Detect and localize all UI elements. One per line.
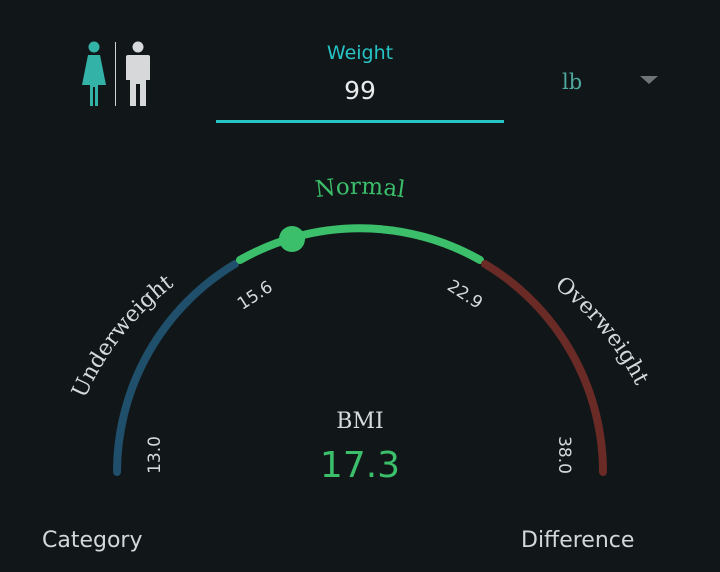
tick-label: 13.0: [145, 436, 165, 474]
tick-label: 22.9: [443, 276, 486, 313]
tick-label: 15.6: [234, 277, 277, 314]
bmi-value: 17.3: [319, 445, 401, 486]
tick-label: 38.0: [554, 436, 574, 474]
normal-arc: [236, 224, 484, 264]
tab-difference[interactable]: Difference: [521, 528, 634, 553]
bmi-label: BMI: [336, 409, 384, 434]
overweight-label: Overweight: [550, 272, 653, 389]
bmi-gauge: Underweight Normal Overweight 13.0 15.6 …: [67, 174, 653, 476]
bmi-marker[interactable]: [279, 226, 305, 252]
tab-category[interactable]: Category: [42, 528, 143, 553]
normal-label: Normal: [314, 174, 407, 203]
